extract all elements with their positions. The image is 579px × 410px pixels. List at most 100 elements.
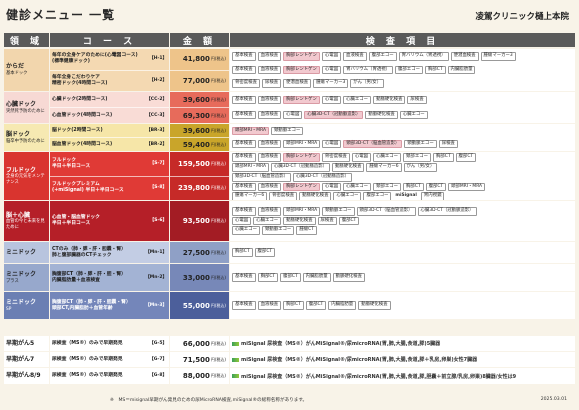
price-value: 33,000 xyxy=(182,273,210,282)
exam-line: 胸部CT 腹部CT xyxy=(232,248,573,257)
exam-chip: 胸部CT xyxy=(433,153,454,162)
course-price: 33,000 円(税込) xyxy=(170,264,229,291)
course-item[interactable]: 脳血管ドック(4時間コース) 【BR-2】 xyxy=(50,138,169,151)
exam-chip: 内臓脂肪量 xyxy=(328,301,357,310)
exam-chip: 心臓エコー xyxy=(343,95,372,105)
exam-column: 基本検査 胸部CT 腹部CT 内臓脂肪量 動脈硬化検査 xyxy=(230,264,575,291)
area-subtitle: 突然死予防のために xyxy=(6,108,45,114)
exam-line: 基本検査 血液検査 胸部レントゲン 心電図 胃バリウム（胃透視） 腹部エコー 胸部CT 内臓脂… xyxy=(232,65,573,75)
price-value: 39,600 xyxy=(182,95,210,104)
misignal-exam-label: miSignal 尿検査（MS®）がんMiSignal®/尿microRNA(胃… xyxy=(232,340,440,347)
menu-row-brainheart: 脳＋心臓 血管の今と未来を見ために 心血管・脳血管ドック 半日＋半日コース 【S-6】 9… xyxy=(4,201,575,241)
exam-chip: 動脈硬化検査 xyxy=(373,95,406,105)
exam-chip: 尿検査 xyxy=(261,79,282,89)
course-price: 159,500 円(税込) xyxy=(170,152,229,177)
price-value: 69,300 xyxy=(182,111,210,120)
exam-column: 基本検査 血液検査 胸部レントゲン 心電図 心臓エコー 動脈硬化検査 尿検査 基本検査 血液検査… xyxy=(230,92,575,123)
price-unit: 円(税込) xyxy=(210,185,226,191)
course-name-line1: 脳ドック(2時間コース) xyxy=(52,127,103,133)
course-price: 55,000 円(税込) xyxy=(170,292,229,319)
course-column: 尿検査（MS®）のみで早期発見 【G-7】 xyxy=(50,352,169,367)
exam-chip: 胸部CT xyxy=(232,248,253,257)
exam-chip: 動脈硬化検査 xyxy=(332,273,365,282)
exam-line: 基本検査 血液検査 胸部レントゲン 心電図 血液検査 腹部エコー 胃バリウム（胃透視） 便潜血… xyxy=(232,51,573,61)
course-column: 尿検査（MS®）のみで早期発見 【G-8】 xyxy=(50,368,169,384)
exam-chip: 胃内視鏡 xyxy=(420,192,445,200)
price-column: 39,600 円(税込) 59,400 円(税込) xyxy=(170,124,229,151)
exam-line: 頸部3D-CT（脳血管造影） 心臓3D-CT（冠動脈造影） xyxy=(232,172,573,182)
exam-chip: 血液検査 xyxy=(257,206,282,216)
exam-chip: 心臓3D-CT（冠動脈造影） xyxy=(304,110,364,120)
price-unit: 円(税込) xyxy=(210,96,226,102)
header-exams: 検 査 項 目 xyxy=(230,33,575,47)
price-value: 27,500 xyxy=(182,248,210,257)
price-unit: 円(税込) xyxy=(210,340,226,346)
course-price: 39,600 円(税込) xyxy=(170,124,229,138)
exam-chip: 動脈硬化検査 xyxy=(365,110,398,120)
course-name-line2: 半日＋半日コース xyxy=(52,221,91,226)
course-name: 心血管ドック(4時間コース) xyxy=(52,113,112,119)
exam-chip: 腹部CT xyxy=(455,153,477,162)
area-cell: ミニドック xyxy=(4,242,49,263)
exam-chip: 腹部エコー xyxy=(368,51,397,61)
course-item[interactable]: 尿検査（MS®）のみで早期発見 【G-5】 xyxy=(50,336,169,351)
course-name-line1: 心臓ドック(2時間コース) xyxy=(52,96,108,102)
course-code: 【S-6】 xyxy=(149,218,167,224)
course-item[interactable]: フルドック 半日＋半日コース 【S-7】 xyxy=(50,152,169,177)
exam-chip: 腹部CT xyxy=(305,301,327,310)
course-item[interactable]: 毎年の全身ケアのために(心電図コース) (標準健康ドック) 【H-1】 xyxy=(50,49,169,71)
price-value: 66,000 xyxy=(182,339,210,348)
course-name-line1: 胸腹部CT（肺・膵・肝・胆嚢・腎） xyxy=(52,299,131,305)
price-unit: 円(税込) xyxy=(210,112,226,118)
course-code: 【H-1】 xyxy=(149,56,167,62)
course-item[interactable]: 毎年全身こだわりケア 精密ドック(4時間コース) 【H-2】 xyxy=(50,71,169,92)
menu-row-full: フルドック 全身の元気をメンテナンス フルドック 半日＋半日コース 【S-7】 フルドック… xyxy=(4,152,575,200)
course-item[interactable]: 心血管ドック(4時間コース) 【CC-3】 xyxy=(50,108,169,123)
exam-line: 基本検査 血液検査 胸部レントゲン 骨密度検査 心電図 心臓エコー 頸部エコー 胸部CT 腹部C… xyxy=(232,153,573,162)
exam-chip: 胃バリウム（胃透視） xyxy=(398,51,449,61)
course-item[interactable]: 脳ドック(2時間コース) 【BR-3】 xyxy=(50,124,169,138)
course-item[interactable]: CTのみ（肺・膵・肝・胆嚢・腎） 肺と腹部臓器のCTチェック 【Mn-1】 xyxy=(50,242,169,263)
exam-chip: 腫瘍マーカー6 xyxy=(232,192,268,200)
menu-row-early8: 早期がん8/9 尿検査（MS®）のみで早期発見 【G-8】 88,000 円(税込) mi… xyxy=(4,368,575,384)
course-name: 心血管・脳血管ドック 半日＋半日コース xyxy=(52,215,100,227)
exam-chip: 便潜血検査 xyxy=(283,79,312,89)
exam-chip: 基本検査 xyxy=(232,139,256,149)
exam-chip: がん（男/女） xyxy=(350,79,385,89)
course-name: フルドックプレミアム (+miSignal) 半日＋半日コース xyxy=(52,182,124,194)
exam-chip: 頸動脈エコー xyxy=(404,139,437,149)
misignal-exam-text: miSignal 尿検査（MS®）がんMiSignal®/尿microRNA(胃… xyxy=(241,357,478,363)
course-item[interactable]: フルドックプレミアム (+miSignal) 半日＋半日コース 【S-8】 xyxy=(50,177,169,201)
misignal-exam-text: miSignal 尿検査（MS®）がんMiSignal®/尿microRNA(胃… xyxy=(241,373,517,380)
exam-line: miSignal 尿検査（MS®）がんMiSignal®/尿microRNA(胃… xyxy=(232,356,573,363)
course-item[interactable]: 心血管・脳血管ドック 半日＋半日コース 【S-6】 xyxy=(50,201,169,241)
course-item[interactable]: 胸腹部CT（肺・膵・肝・胆・腎） 内臓脂肪量＋血液検査 【Mn-2】 xyxy=(50,264,169,291)
price-column: 39,600 円(税込) 69,300 円(税込) xyxy=(170,92,229,123)
exam-chip: 胃バリウム（胃透視） xyxy=(343,65,394,75)
exam-chip: 頸動脈エコー xyxy=(270,126,304,136)
exam-chip: 便潜血検査 xyxy=(450,51,479,61)
price-unit: 円(税込) xyxy=(210,160,226,166)
course-item[interactable]: 尿検査（MS®）のみで早期発見 【G-8】 xyxy=(50,368,169,384)
course-code: 【G-7】 xyxy=(149,356,167,362)
exam-chip: 腫瘍CT xyxy=(296,226,317,236)
price-value: 88,000 xyxy=(182,372,210,380)
area-subtitle: 脳卒中予防のために xyxy=(6,138,45,144)
area-name: 早期がん7 xyxy=(6,355,35,363)
course-name: 脳血管ドック(4時間コース) xyxy=(52,142,112,148)
price-unit: 円(税込) xyxy=(210,274,226,280)
exam-chip: 心臓エコー xyxy=(373,153,402,162)
exam-line: 基本検査 血液検査 頭部MRI・MRA 心電図 頸部3D-CT（脳血管造影） 頸動脈エコー… xyxy=(232,139,573,149)
exam-chip: 血液検査 xyxy=(257,139,282,149)
menu-row-mini: ミニドック CTのみ（肺・膵・肝・胆嚢・腎） 肺と腹部臓器のCTチェック 【Mn-1】… xyxy=(4,242,575,263)
course-name-line1: 尿検査（MS®）のみで早期発見 xyxy=(52,356,123,362)
course-name-line1: 心血管ドック(4時間コース) xyxy=(52,112,113,118)
course-code: 【H-2】 xyxy=(149,77,167,83)
price-unit: 円(税込) xyxy=(210,249,226,255)
misignal-exam-label: miSignal 尿検査（MS®）がんMiSignal®/尿microRNA(胃… xyxy=(232,356,477,363)
course-item[interactable]: 胸腹部CT（肺・膵・肝・胆嚢・腎） 頭部CT,内臓脂肪＋血管年齢 【Mn-3】 xyxy=(50,292,169,319)
course-name-line1: 尿検査（MS®）のみで早期発見 xyxy=(52,373,123,378)
course-item[interactable]: 尿検査（MS®）のみで早期発見 【G-7】 xyxy=(50,352,169,367)
course-item[interactable]: 心臓ドック(2時間コース) 【CC-2】 xyxy=(50,92,169,108)
course-column: 胸腹部CT（肺・膵・肝・胆嚢・腎） 頭部CT,内臓脂肪＋血管年齢 【Mn-3】 xyxy=(50,292,169,319)
